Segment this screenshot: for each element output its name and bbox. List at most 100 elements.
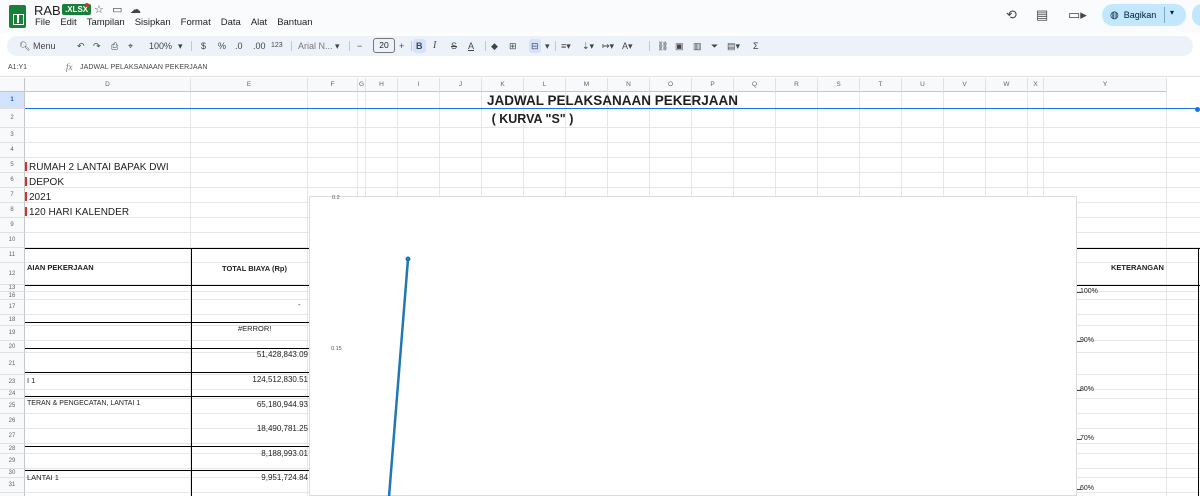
- strikethrough-button[interactable]: S: [451, 39, 457, 53]
- merge-cells-icon[interactable]: ⊟: [529, 39, 541, 53]
- formula-input[interactable]: JADWAL PELAKSANAAN PEKERJAAN: [80, 64, 208, 71]
- column-header-q[interactable]: Q: [734, 78, 776, 92]
- move-folder-icon[interactable]: ▭: [112, 3, 122, 16]
- column-header-v[interactable]: V: [944, 78, 986, 92]
- column-header-u[interactable]: U: [902, 78, 944, 92]
- column-header-e[interactable]: E: [191, 78, 308, 92]
- header-keterangan[interactable]: KETERANGAN: [1111, 263, 1164, 272]
- header-total-biaya[interactable]: TOTAL BIAYA (Rp): [222, 264, 287, 273]
- comments-icon[interactable]: ▤: [1036, 7, 1048, 23]
- search-icon[interactable]: 🔍︎: [19, 39, 30, 53]
- text-wrap-icon[interactable]: ↦▾: [602, 39, 614, 53]
- redo-icon[interactable]: ↷: [93, 39, 101, 53]
- row-header-30[interactable]: 30: [0, 469, 25, 478]
- percent-label[interactable]: 80%: [1080, 386, 1094, 393]
- row-header-1[interactable]: 1: [0, 92, 25, 109]
- row-header-9[interactable]: 9: [0, 218, 25, 233]
- row-header-13[interactable]: 13: [0, 285, 25, 292]
- column-header-s[interactable]: S: [818, 78, 860, 92]
- star-icon[interactable]: ☆: [94, 3, 104, 16]
- item-value[interactable]: 18,490,781.25: [240, 424, 308, 433]
- italic-button[interactable]: I: [433, 39, 436, 53]
- insert-link-icon[interactable]: ⛓: [657, 39, 668, 53]
- row-header-21[interactable]: 21: [0, 353, 25, 375]
- row-header-17[interactable]: 17: [0, 300, 25, 315]
- info-project[interactable]: RUMAH 2 LANTAI BAPAK DWI: [29, 162, 169, 173]
- cloud-status-icon[interactable]: ☁: [130, 3, 141, 16]
- row-header-20[interactable]: 20: [0, 341, 25, 353]
- row-header-12[interactable]: 12: [0, 263, 25, 285]
- item-value[interactable]: 65,180,944.93: [240, 400, 308, 409]
- cell-error[interactable]: #ERROR!: [238, 324, 271, 333]
- borders-icon[interactable]: ⊞: [509, 39, 517, 53]
- percent-label[interactable]: 100%: [1080, 288, 1098, 295]
- item-value[interactable]: 8,188,993.01: [240, 449, 308, 458]
- row-header-2[interactable]: 2: [0, 109, 25, 128]
- menu-edit[interactable]: Edit: [60, 17, 76, 28]
- comment-marker[interactable]: [25, 207, 27, 216]
- zoom-select[interactable]: 100%: [149, 39, 172, 53]
- font-size-decrease-button[interactable]: −: [357, 39, 362, 53]
- column-header-p[interactable]: P: [692, 78, 734, 92]
- column-header-t[interactable]: T: [860, 78, 902, 92]
- row-header-3[interactable]: 3: [0, 128, 25, 143]
- row-header-11[interactable]: 11: [0, 248, 25, 263]
- row-header-26[interactable]: 26: [0, 414, 25, 429]
- menu-help[interactable]: Bantuan: [277, 17, 312, 28]
- row-header-18[interactable]: 18: [0, 315, 25, 326]
- font-size-input[interactable]: 20: [373, 38, 395, 53]
- comment-marker[interactable]: [25, 192, 27, 201]
- text-rotation-icon[interactable]: A▾: [622, 39, 633, 53]
- row-header-25[interactable]: 25: [0, 399, 25, 414]
- row-header-16[interactable]: 16: [0, 292, 25, 300]
- font-size-increase-button[interactable]: +: [399, 39, 404, 53]
- row-header-24[interactable]: 24: [0, 390, 25, 399]
- history-icon[interactable]: ⟲: [1006, 7, 1017, 23]
- info-year[interactable]: 2021: [29, 192, 51, 203]
- info-location[interactable]: DEPOK: [29, 177, 64, 188]
- print-icon[interactable]: ⎙: [111, 39, 118, 53]
- chevron-down-icon[interactable]: ▾: [1170, 8, 1174, 17]
- info-duration[interactable]: 120 HARI KALENDER: [29, 207, 129, 218]
- kurva-s-chart[interactable]: 0.2 0.15: [309, 195, 1077, 496]
- item-label[interactable]: I 1: [27, 376, 35, 385]
- row-header-23[interactable]: 23: [0, 375, 25, 390]
- filter-icon[interactable]: ⏷: [711, 39, 718, 53]
- merge-chevron-icon[interactable]: ▾: [545, 39, 550, 53]
- percent-label[interactable]: 70%: [1080, 435, 1094, 442]
- decrease-decimal-button[interactable]: .0: [235, 39, 243, 53]
- row-header-8[interactable]: 8: [0, 203, 25, 218]
- comment-marker[interactable]: [25, 162, 27, 171]
- currency-button[interactable]: $: [201, 39, 206, 53]
- share-button[interactable]: ◍ Bagikan ▾: [1102, 4, 1186, 26]
- column-header-o[interactable]: O: [650, 78, 692, 92]
- document-title[interactable]: RAB: [34, 3, 61, 18]
- avatar[interactable]: [1192, 4, 1200, 26]
- column-header-k[interactable]: K: [482, 78, 524, 92]
- column-header-l[interactable]: L: [524, 78, 566, 92]
- menu-format[interactable]: Format: [181, 17, 211, 28]
- sheet-subtitle[interactable]: ( KURVA "S" ): [25, 112, 1040, 126]
- row-header-31[interactable]: 31: [0, 478, 25, 493]
- increase-decimal-button[interactable]: .00: [253, 39, 266, 53]
- menu-search-label[interactable]: Menu: [33, 39, 56, 53]
- row-header-6[interactable]: 6: [0, 173, 25, 188]
- menu-insert[interactable]: Sisipkan: [135, 17, 171, 28]
- column-header-m[interactable]: M: [566, 78, 608, 92]
- column-header-f[interactable]: F: [308, 78, 358, 92]
- item-value[interactable]: 9,951,724.84: [240, 473, 308, 482]
- item-value[interactable]: 51,428,843.09: [240, 350, 308, 359]
- column-header-j[interactable]: J: [440, 78, 482, 92]
- row-header-19[interactable]: 19: [0, 326, 25, 341]
- insert-chart-icon[interactable]: ▥: [693, 39, 702, 53]
- meet-icon[interactable]: ▭▸: [1068, 7, 1087, 23]
- row-header-27[interactable]: 27: [0, 429, 25, 444]
- functions-icon[interactable]: Σ: [753, 39, 759, 53]
- text-color-button[interactable]: A: [468, 39, 474, 53]
- column-header-r[interactable]: R: [776, 78, 818, 92]
- item-label[interactable]: TERAN & PENGECATAN, LANTAI 1: [27, 400, 140, 407]
- font-chevron-icon[interactable]: ▾: [335, 39, 340, 53]
- undo-icon[interactable]: ↶: [77, 39, 85, 53]
- row-header-29[interactable]: 29: [0, 454, 25, 469]
- fill-color-icon[interactable]: ◆: [491, 39, 498, 53]
